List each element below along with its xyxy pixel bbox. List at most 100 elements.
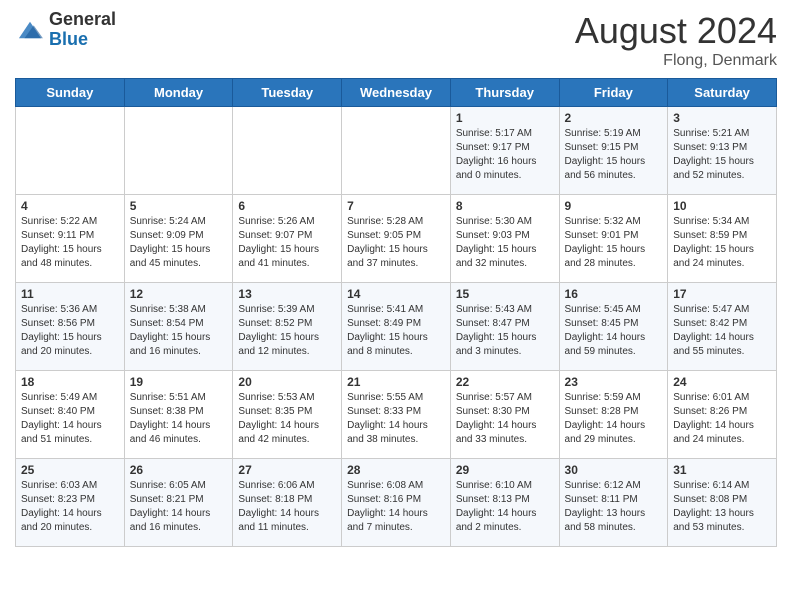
- day-number: 27: [238, 463, 336, 477]
- calendar-week-1: 1 Sunrise: 5:17 AM Sunset: 9:17 PM Daylig…: [16, 107, 777, 195]
- day-info: Sunrise: 5:53 AM Sunset: 8:35 PM Dayligh…: [238, 391, 336, 447]
- header-monday: Monday: [124, 79, 233, 107]
- calendar-cell-w3-d6: 16 Sunrise: 5:45 AM Sunset: 8:45 PM Dayli…: [559, 283, 668, 371]
- day-info: Sunrise: 6:14 AM Sunset: 8:08 PM Dayligh…: [673, 479, 771, 535]
- calendar-cell-w2-d1: 4Sunrise: 5:22 AM Sunset: 9:11 PM Daylig…: [16, 195, 125, 283]
- day-info: Sunrise: 5:26 AM Sunset: 9:07 PM Dayligh…: [238, 215, 336, 271]
- day-info: Sunrise: 5:19 AM Sunset: 9:15 PM Dayligh…: [565, 127, 663, 183]
- calendar-cell-w2-d5: 8 Sunrise: 5:30 AM Sunset: 9:03 PM Daylig…: [450, 195, 559, 283]
- calendar-cell-w4-d3: 20 Sunrise: 5:53 AM Sunset: 8:35 PM Dayli…: [233, 371, 342, 459]
- calendar-cell-w1-d3: [233, 107, 342, 195]
- day-number: 29: [456, 463, 554, 477]
- day-number: 9: [565, 199, 663, 213]
- calendar-week-3: 11 Sunrise: 5:36 AM Sunset: 8:56 PM Dayli…: [16, 283, 777, 371]
- calendar-cell-w4-d6: 23 Sunrise: 5:59 AM Sunset: 8:28 PM Dayli…: [559, 371, 668, 459]
- month-year-title: August 2024: [575, 10, 777, 52]
- day-number: 10: [673, 199, 771, 213]
- calendar-cell-w5-d4: 28Sunrise: 6:08 AM Sunset: 8:16 PM Dayli…: [342, 459, 451, 547]
- day-number: 31: [673, 463, 771, 477]
- calendar-cell-w5-d7: 31 Sunrise: 6:14 AM Sunset: 8:08 PM Dayli…: [668, 459, 777, 547]
- day-number: 19: [130, 375, 228, 389]
- calendar-cell-w1-d7: 3Sunrise: 5:21 AM Sunset: 9:13 PM Daylig…: [668, 107, 777, 195]
- day-info: Sunrise: 6:05 AM Sunset: 8:21 PM Dayligh…: [130, 479, 228, 535]
- calendar-table: Sunday Monday Tuesday Wednesday Thursday…: [15, 78, 777, 547]
- calendar-cell-w5-d5: 29Sunrise: 6:10 AM Sunset: 8:13 PM Dayli…: [450, 459, 559, 547]
- day-info: Sunrise: 5:32 AM Sunset: 9:01 PM Dayligh…: [565, 215, 663, 271]
- calendar-cell-w3-d3: 13 Sunrise: 5:39 AM Sunset: 8:52 PM Dayli…: [233, 283, 342, 371]
- logo: General Blue: [15, 10, 116, 50]
- day-info: Sunrise: 5:34 AM Sunset: 8:59 PM Dayligh…: [673, 215, 771, 271]
- day-number: 24: [673, 375, 771, 389]
- title-block: August 2024 Flong, Denmark: [575, 10, 777, 70]
- day-number: 30: [565, 463, 663, 477]
- day-number: 16: [565, 287, 663, 301]
- day-number: 13: [238, 287, 336, 301]
- day-number: 18: [21, 375, 119, 389]
- day-info: Sunrise: 5:36 AM Sunset: 8:56 PM Dayligh…: [21, 303, 119, 359]
- calendar-cell-w4-d5: 22 Sunrise: 5:57 AM Sunset: 8:30 PM Dayli…: [450, 371, 559, 459]
- calendar-cell-w4-d4: 21 Sunrise: 5:55 AM Sunset: 8:33 PM Dayli…: [342, 371, 451, 459]
- calendar-week-5: 25 Sunrise: 6:03 AM Sunset: 8:23 PM Dayli…: [16, 459, 777, 547]
- day-number: 20: [238, 375, 336, 389]
- day-info: Sunrise: 5:51 AM Sunset: 8:38 PM Dayligh…: [130, 391, 228, 447]
- calendar-cell-w2-d7: 10 Sunrise: 5:34 AM Sunset: 8:59 PM Dayli…: [668, 195, 777, 283]
- calendar-week-4: 18Sunrise: 5:49 AM Sunset: 8:40 PM Dayli…: [16, 371, 777, 459]
- day-info: Sunrise: 5:45 AM Sunset: 8:45 PM Dayligh…: [565, 303, 663, 359]
- day-number: 26: [130, 463, 228, 477]
- location-text: Flong, Denmark: [575, 52, 777, 70]
- logo-text: General Blue: [49, 10, 116, 50]
- header-saturday: Saturday: [668, 79, 777, 107]
- day-info: Sunrise: 6:03 AM Sunset: 8:23 PM Dayligh…: [21, 479, 119, 535]
- calendar-cell-w5-d2: 26 Sunrise: 6:05 AM Sunset: 8:21 PM Dayli…: [124, 459, 233, 547]
- day-number: 25: [21, 463, 119, 477]
- day-number: 14: [347, 287, 445, 301]
- header-thursday: Thursday: [450, 79, 559, 107]
- page-header: General Blue August 2024 Flong, Denmark: [15, 10, 777, 70]
- day-number: 11: [21, 287, 119, 301]
- calendar-cell-w1-d5: 1 Sunrise: 5:17 AM Sunset: 9:17 PM Daylig…: [450, 107, 559, 195]
- day-number: 7: [347, 199, 445, 213]
- day-info: Sunrise: 5:38 AM Sunset: 8:54 PM Dayligh…: [130, 303, 228, 359]
- day-number: 21: [347, 375, 445, 389]
- calendar-header: Sunday Monday Tuesday Wednesday Thursday…: [16, 79, 777, 107]
- header-wednesday: Wednesday: [342, 79, 451, 107]
- day-number: 5: [130, 199, 228, 213]
- day-info: Sunrise: 5:57 AM Sunset: 8:30 PM Dayligh…: [456, 391, 554, 447]
- day-info: Sunrise: 5:21 AM Sunset: 9:13 PM Dayligh…: [673, 127, 771, 183]
- day-info: Sunrise: 6:08 AM Sunset: 8:16 PM Dayligh…: [347, 479, 445, 535]
- day-info: Sunrise: 5:41 AM Sunset: 8:49 PM Dayligh…: [347, 303, 445, 359]
- weekday-header-row: Sunday Monday Tuesday Wednesday Thursday…: [16, 79, 777, 107]
- day-number: 17: [673, 287, 771, 301]
- calendar-cell-w5-d6: 30 Sunrise: 6:12 AM Sunset: 8:11 PM Dayli…: [559, 459, 668, 547]
- calendar-cell-w5-d1: 25 Sunrise: 6:03 AM Sunset: 8:23 PM Dayli…: [16, 459, 125, 547]
- calendar-body: 1 Sunrise: 5:17 AM Sunset: 9:17 PM Daylig…: [16, 107, 777, 547]
- calendar-cell-w2-d4: 7 Sunrise: 5:28 AM Sunset: 9:05 PM Daylig…: [342, 195, 451, 283]
- day-info: Sunrise: 5:17 AM Sunset: 9:17 PM Dayligh…: [456, 127, 554, 183]
- day-number: 8: [456, 199, 554, 213]
- day-info: Sunrise: 6:12 AM Sunset: 8:11 PM Dayligh…: [565, 479, 663, 535]
- calendar-cell-w5-d3: 27Sunrise: 6:06 AM Sunset: 8:18 PM Dayli…: [233, 459, 342, 547]
- day-info: Sunrise: 5:24 AM Sunset: 9:09 PM Dayligh…: [130, 215, 228, 271]
- day-info: Sunrise: 5:28 AM Sunset: 9:05 PM Dayligh…: [347, 215, 445, 271]
- calendar-cell-w3-d4: 14 Sunrise: 5:41 AM Sunset: 8:49 PM Dayli…: [342, 283, 451, 371]
- logo-icon: [15, 18, 45, 42]
- calendar-cell-w4-d7: 24Sunrise: 6:01 AM Sunset: 8:26 PM Dayli…: [668, 371, 777, 459]
- day-number: 15: [456, 287, 554, 301]
- calendar-cell-w4-d2: 19 Sunrise: 5:51 AM Sunset: 8:38 PM Dayli…: [124, 371, 233, 459]
- day-info: Sunrise: 5:55 AM Sunset: 8:33 PM Dayligh…: [347, 391, 445, 447]
- logo-general-text: General: [49, 10, 116, 30]
- day-number: 23: [565, 375, 663, 389]
- header-friday: Friday: [559, 79, 668, 107]
- day-number: 22: [456, 375, 554, 389]
- day-info: Sunrise: 5:59 AM Sunset: 8:28 PM Dayligh…: [565, 391, 663, 447]
- day-info: Sunrise: 5:30 AM Sunset: 9:03 PM Dayligh…: [456, 215, 554, 271]
- day-number: 4: [21, 199, 119, 213]
- calendar-cell-w1-d6: 2Sunrise: 5:19 AM Sunset: 9:15 PM Daylig…: [559, 107, 668, 195]
- calendar-cell-w4-d1: 18Sunrise: 5:49 AM Sunset: 8:40 PM Dayli…: [16, 371, 125, 459]
- calendar-cell-w1-d4: [342, 107, 451, 195]
- day-number: 1: [456, 111, 554, 125]
- calendar-cell-w2-d2: 5 Sunrise: 5:24 AM Sunset: 9:09 PM Daylig…: [124, 195, 233, 283]
- calendar-cell-w3-d2: 12Sunrise: 5:38 AM Sunset: 8:54 PM Dayli…: [124, 283, 233, 371]
- header-sunday: Sunday: [16, 79, 125, 107]
- day-info: Sunrise: 5:39 AM Sunset: 8:52 PM Dayligh…: [238, 303, 336, 359]
